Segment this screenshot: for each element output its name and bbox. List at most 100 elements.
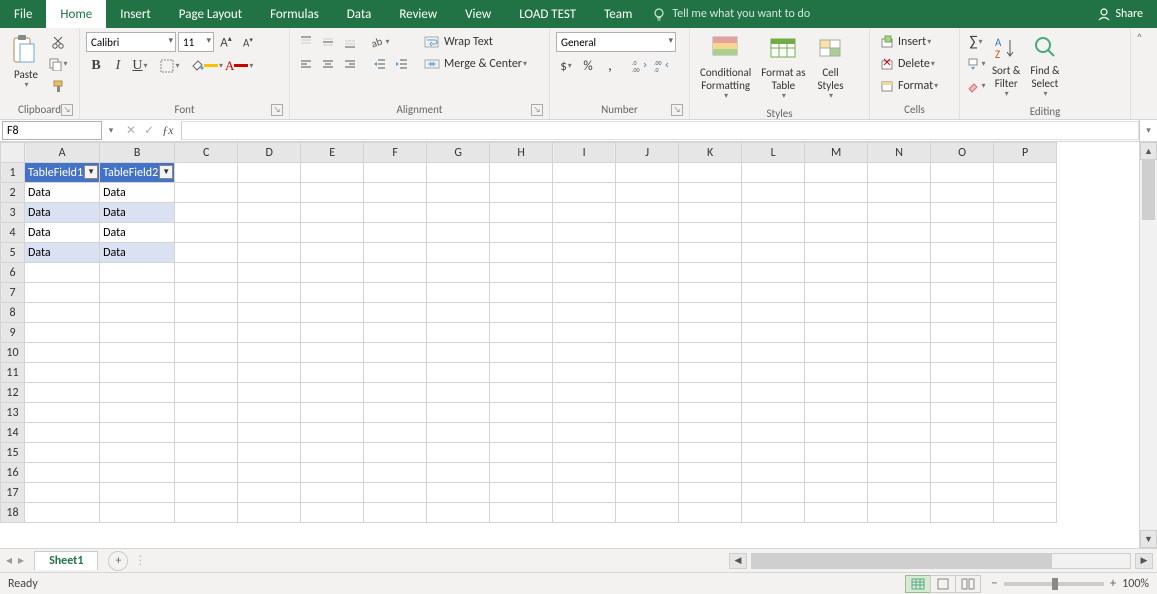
orientation-button[interactable]: ab▾	[370, 32, 390, 52]
cell[interactable]	[553, 463, 616, 483]
cell[interactable]	[175, 383, 238, 403]
cell[interactable]	[301, 383, 364, 403]
cell[interactable]	[427, 303, 490, 323]
cell[interactable]	[553, 383, 616, 403]
cell[interactable]: Data	[25, 243, 100, 263]
row-header[interactable]: 3	[1, 203, 25, 223]
column-header[interactable]: H	[490, 143, 553, 163]
cell[interactable]	[805, 223, 868, 243]
cell[interactable]	[175, 463, 238, 483]
cell[interactable]	[490, 243, 553, 263]
dialog-launcher-icon[interactable]: ↘	[531, 104, 543, 116]
cell[interactable]	[931, 383, 994, 403]
enter-icon[interactable]: ✓	[144, 123, 154, 138]
column-header[interactable]: D	[238, 143, 301, 163]
cell[interactable]	[679, 303, 742, 323]
cell[interactable]	[100, 403, 175, 423]
cell[interactable]	[301, 483, 364, 503]
cell[interactable]	[490, 363, 553, 383]
cell[interactable]	[490, 383, 553, 403]
cell[interactable]	[805, 423, 868, 443]
font-size-input[interactable]	[178, 32, 214, 52]
cell[interactable]	[301, 323, 364, 343]
cell[interactable]	[994, 443, 1057, 463]
cell[interactable]	[100, 363, 175, 383]
new-sheet-button[interactable]: +	[108, 551, 128, 571]
cell[interactable]	[616, 303, 679, 323]
page-break-view-button[interactable]	[955, 575, 981, 593]
cell[interactable]	[868, 263, 931, 283]
cell[interactable]	[175, 223, 238, 243]
cell[interactable]	[994, 223, 1057, 243]
cell[interactable]	[238, 283, 301, 303]
cell[interactable]	[175, 363, 238, 383]
cell[interactable]	[25, 283, 100, 303]
cell[interactable]	[427, 263, 490, 283]
cell[interactable]	[553, 243, 616, 263]
cell[interactable]	[238, 403, 301, 423]
cell[interactable]	[238, 463, 301, 483]
cell[interactable]	[490, 163, 553, 183]
decrease-indent-button[interactable]	[370, 54, 390, 74]
align-right-button[interactable]	[340, 54, 360, 74]
cell[interactable]	[25, 263, 100, 283]
cell[interactable]	[364, 183, 427, 203]
cell[interactable]	[427, 423, 490, 443]
scroll-up-icon[interactable]: ▲	[1140, 142, 1157, 160]
cell[interactable]	[301, 343, 364, 363]
cell[interactable]: Data	[100, 183, 175, 203]
cell[interactable]	[553, 323, 616, 343]
cell[interactable]	[25, 363, 100, 383]
cell[interactable]	[490, 483, 553, 503]
cell[interactable]	[553, 423, 616, 443]
cell[interactable]	[679, 343, 742, 363]
row-header[interactable]: 4	[1, 223, 25, 243]
cell[interactable]	[238, 323, 301, 343]
align-middle-button[interactable]	[318, 32, 338, 52]
cell[interactable]	[742, 383, 805, 403]
cell[interactable]	[553, 283, 616, 303]
column-header[interactable]: K	[679, 143, 742, 163]
column-header[interactable]: A	[25, 143, 100, 163]
cell[interactable]	[742, 363, 805, 383]
cell[interactable]	[994, 503, 1057, 523]
format-cells-button[interactable]: Format ▾	[876, 76, 942, 96]
collapse-ribbon-button[interactable]: ˄	[1130, 28, 1148, 119]
formula-input[interactable]	[181, 121, 1139, 140]
cell[interactable]	[175, 283, 238, 303]
column-header[interactable]: I	[553, 143, 616, 163]
cell[interactable]	[994, 383, 1057, 403]
cell[interactable]	[679, 183, 742, 203]
cell[interactable]	[364, 343, 427, 363]
cell[interactable]	[238, 163, 301, 183]
cell[interactable]	[679, 423, 742, 443]
cell[interactable]	[931, 283, 994, 303]
cell[interactable]	[931, 363, 994, 383]
cell[interactable]	[490, 503, 553, 523]
ribbon-tab-home[interactable]: Home	[46, 0, 106, 28]
cell[interactable]	[805, 163, 868, 183]
cell[interactable]	[868, 363, 931, 383]
cell[interactable]	[931, 443, 994, 463]
cell[interactable]	[553, 403, 616, 423]
cell[interactable]	[427, 383, 490, 403]
cell[interactable]	[868, 343, 931, 363]
cell[interactable]	[427, 503, 490, 523]
cell[interactable]	[742, 203, 805, 223]
cell[interactable]	[490, 443, 553, 463]
cell[interactable]	[364, 363, 427, 383]
name-box[interactable]	[2, 121, 102, 140]
cell[interactable]	[427, 323, 490, 343]
cell[interactable]	[175, 183, 238, 203]
cell[interactable]	[100, 483, 175, 503]
scroll-left-icon[interactable]: ◀	[729, 553, 747, 569]
zoom-out-button[interactable]: −	[991, 576, 997, 591]
cell[interactable]: TableField1▼	[25, 163, 100, 183]
row-header[interactable]: 2	[1, 183, 25, 203]
align-center-button[interactable]	[318, 54, 338, 74]
cell[interactable]	[490, 303, 553, 323]
cell[interactable]	[742, 443, 805, 463]
row-header[interactable]: 9	[1, 323, 25, 343]
cell[interactable]	[427, 243, 490, 263]
cancel-icon[interactable]: ✕	[126, 123, 136, 138]
